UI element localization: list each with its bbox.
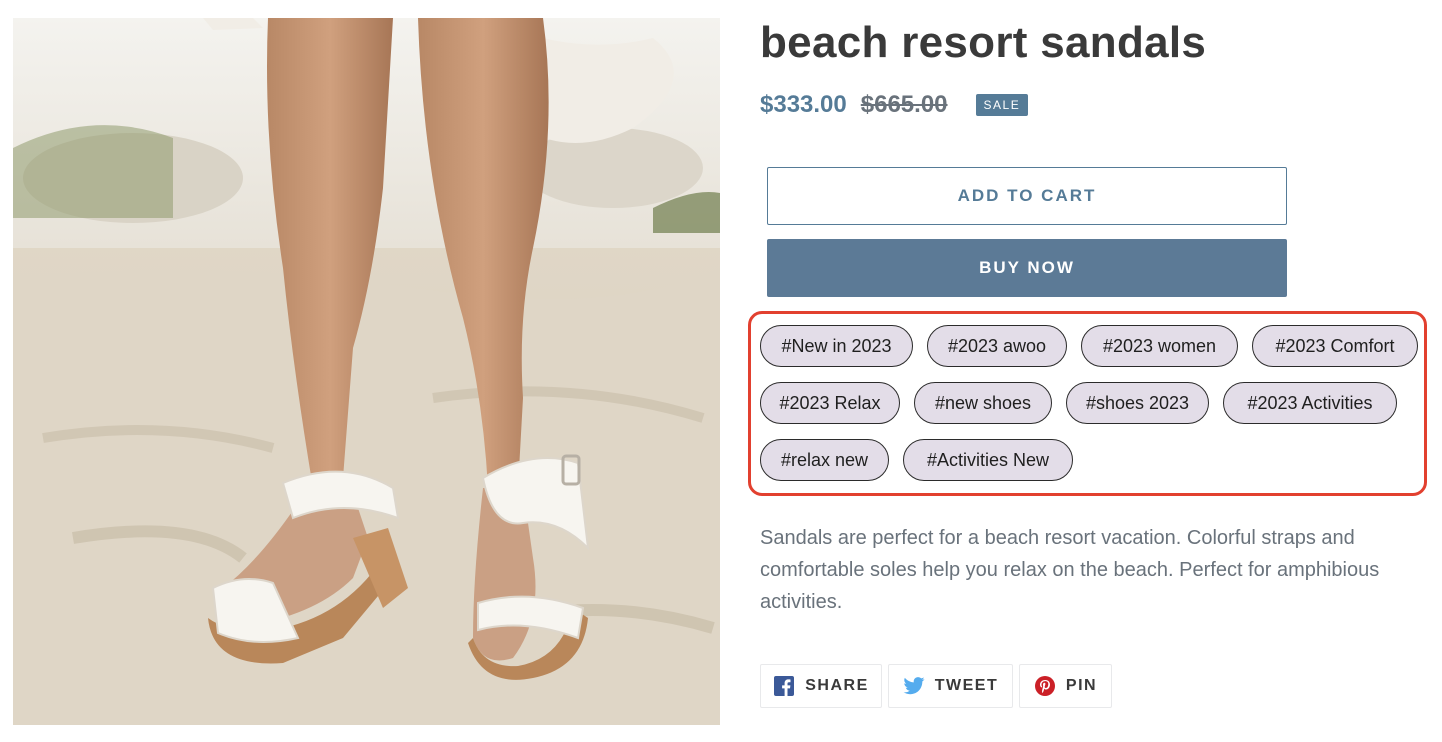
tag-2023-relax[interactable]: #2023 Relax	[760, 382, 900, 424]
product-title: beach resort sandals	[760, 18, 1207, 67]
tag-new-in-2023[interactable]: #New in 2023	[760, 325, 913, 367]
sale-price: $333.00	[760, 91, 847, 118]
product-image[interactable]	[13, 18, 720, 725]
share-pinterest-button[interactable]: PIN	[1019, 664, 1112, 708]
facebook-icon	[773, 675, 795, 697]
regular-price: $665.00	[860, 91, 948, 118]
share-facebook-label: SHARE	[805, 677, 869, 694]
pinterest-icon	[1034, 675, 1056, 697]
share-pinterest-label: PIN	[1065, 677, 1098, 694]
product-photo-illustration	[13, 18, 720, 725]
tag-shoes-2023[interactable]: #shoes 2023	[1066, 382, 1209, 424]
tag-new-shoes[interactable]: #new shoes	[914, 382, 1052, 424]
tag-2023-women[interactable]: #2023 women	[1081, 325, 1238, 367]
share-facebook-button[interactable]: SHARE	[760, 664, 882, 708]
tag-2023-awoo[interactable]: #2023 awoo	[927, 325, 1067, 367]
price-row: $333.00 $665.00 SALE	[760, 90, 1029, 120]
tag-relax-new[interactable]: #relax new	[760, 439, 889, 481]
add-to-cart-button[interactable]: ADD TO CART	[767, 167, 1287, 225]
share-twitter-button[interactable]: TWEET	[888, 664, 1013, 708]
tag-2023-comfort[interactable]: #2023 Comfort	[1252, 325, 1418, 367]
product-description: Sandals are perfect for a beach resort v…	[760, 527, 1380, 613]
tag-2023-activities[interactable]: #2023 Activities	[1223, 382, 1397, 424]
share-twitter-label: TWEET	[934, 677, 999, 694]
buy-now-button[interactable]: BUY NOW	[767, 239, 1287, 297]
tag-activities-new[interactable]: #Activities New	[903, 439, 1073, 481]
sale-badge: SALE	[975, 94, 1029, 116]
twitter-icon	[903, 675, 925, 697]
